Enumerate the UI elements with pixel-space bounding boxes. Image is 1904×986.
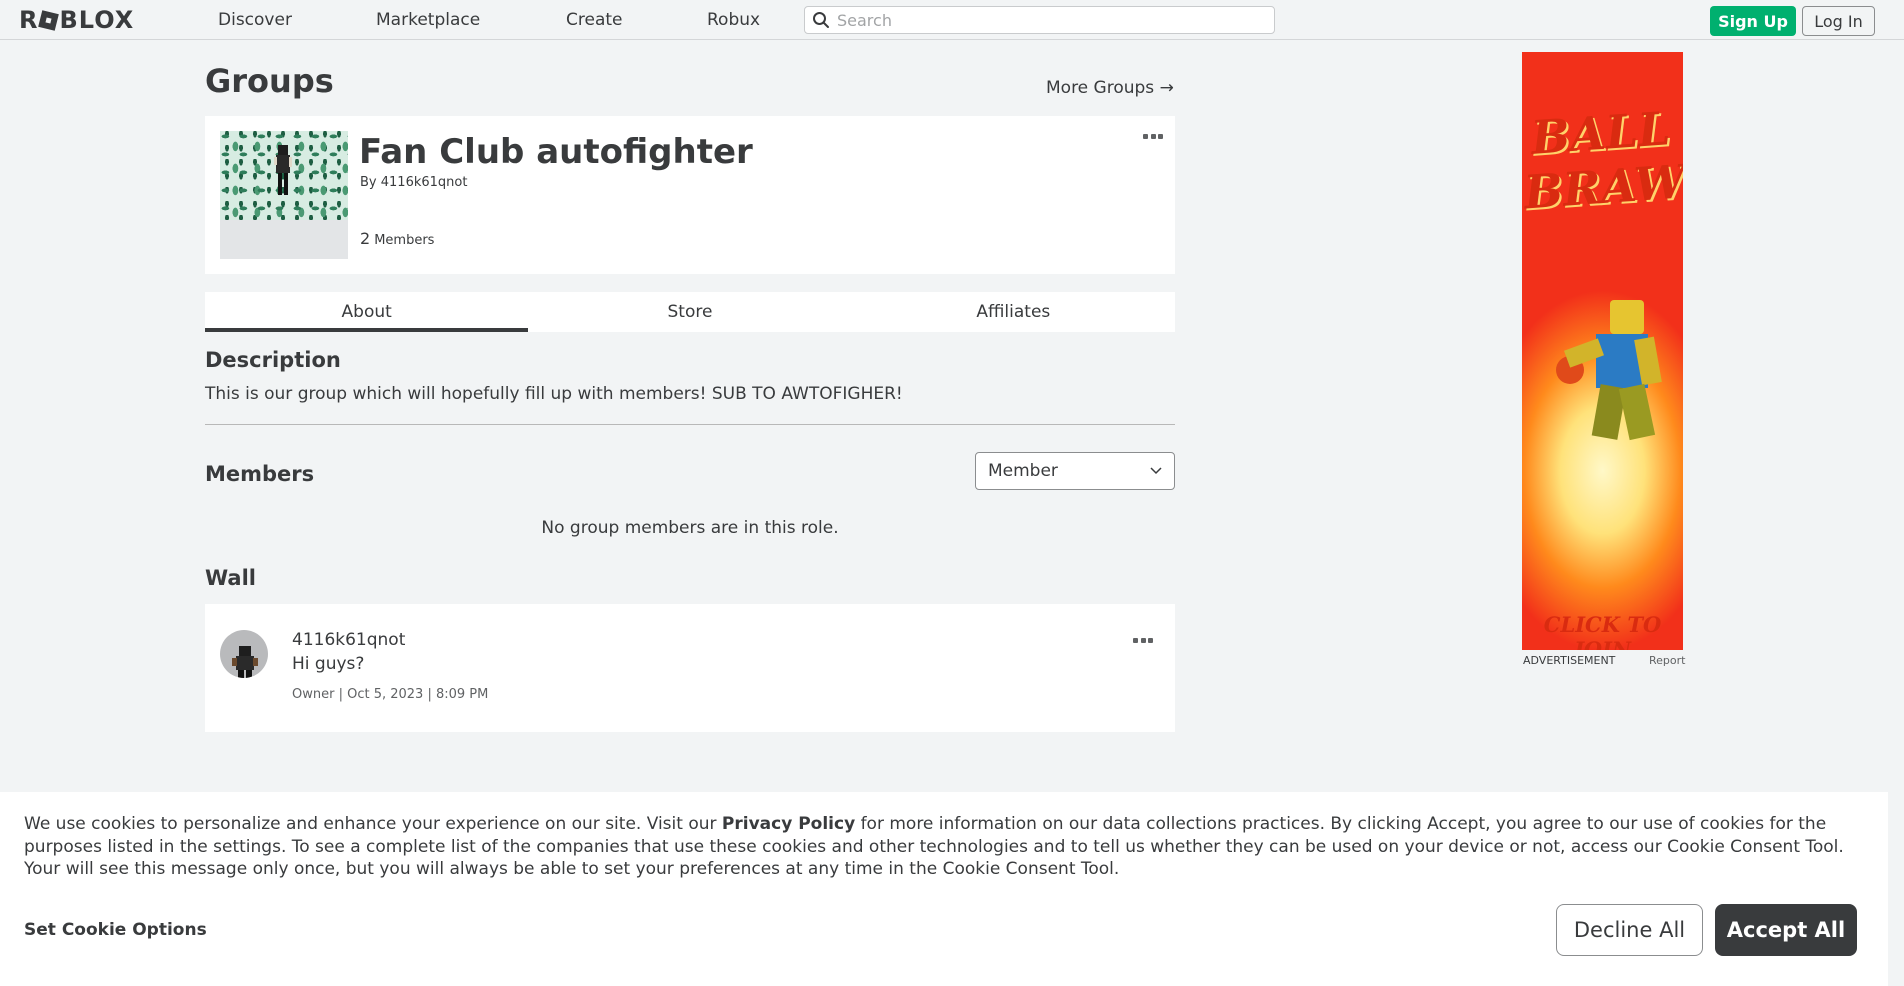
wall-post: 4116k61qnot Hi guys? Owner | Oct 5, 2023… [205,604,1175,732]
tab-store[interactable]: Store [528,292,851,332]
nav-robux-link[interactable]: Robux [707,10,760,30]
role-select-value: Member [988,461,1058,481]
by-prefix: By [360,175,377,190]
search-input[interactable] [837,10,1257,30]
chevron-down-icon [1150,467,1162,475]
member-count: 2 Members [360,229,434,248]
search-icon [813,12,829,28]
sign-up-button[interactable]: Sign Up [1710,6,1796,36]
nav-marketplace-link[interactable]: Marketplace [376,10,480,30]
decline-all-button[interactable]: Decline All [1556,904,1703,956]
group-header-card: Fan Club autofighter By 4116k61qnot 2 Mem… [205,116,1175,274]
group-description: This is our group which will hopefully f… [205,384,903,404]
group-more-options-icon[interactable] [1143,132,1163,140]
ad-label: ADVERTISEMENT [1523,654,1616,667]
roblox-logo[interactable]: R BLOX [19,6,134,34]
post-more-options-icon[interactable] [1133,636,1153,644]
log-in-button[interactable]: Log In [1802,6,1875,36]
cookie-message: We use cookies to personalize and enhanc… [24,814,1844,879]
page-title: Groups [205,62,334,100]
ad-call-to-action: CLICK TO JOIN [1543,612,1662,650]
privacy-policy-link[interactable]: Privacy Policy [722,814,855,834]
post-meta: Owner | Oct 5, 2023 | 8:09 PM [292,687,489,702]
cookie-consent-banner: We use cookies to personalize and enhanc… [0,792,1888,986]
post-author-link[interactable]: 4116k61qnot [292,630,405,650]
set-cookie-options-link[interactable]: Set Cookie Options [24,920,207,940]
logo-o-icon [38,9,60,31]
group-emblem-image [220,131,348,259]
post-body: Hi guys? [292,654,365,674]
group-name: Fan Club autofighter [359,132,753,172]
accept-all-button[interactable]: Accept All [1715,904,1857,956]
top-navigation-bar: R BLOX Discover Marketplace Create Robux … [0,0,1904,40]
tab-about[interactable]: About [205,292,529,332]
member-count-value: 2 [360,229,371,248]
ad-report-link[interactable]: Report [1649,654,1685,667]
advertisement-banner[interactable]: BALL BRAWL CLICK TO JOIN [1522,52,1683,650]
section-divider [205,424,1175,425]
nav-create-link[interactable]: Create [566,10,623,30]
member-count-label: Members [374,233,435,248]
avatar-figure-icon [274,145,292,195]
avatar[interactable] [220,630,268,678]
ad-title: BALL BRAWL [1522,101,1683,220]
search-box[interactable] [804,6,1275,34]
role-select-dropdown[interactable]: Member [975,452,1175,490]
nav-discover-link[interactable]: Discover [218,10,292,30]
more-groups-link[interactable]: More Groups → [1046,78,1174,98]
empty-members-message: No group members are in this role. [541,518,839,538]
members-heading: Members [205,462,315,486]
user-avatar-icon [232,646,258,678]
ad-character-icon [1556,300,1662,441]
group-owner-line: By 4116k61qnot [360,175,467,190]
group-owner-link[interactable]: 4116k61qnot [381,175,468,190]
wall-heading: Wall [205,566,256,590]
description-heading: Description [205,348,341,372]
group-tabs: About Store Affiliates [205,292,1175,332]
tab-affiliates[interactable]: Affiliates [852,292,1175,332]
